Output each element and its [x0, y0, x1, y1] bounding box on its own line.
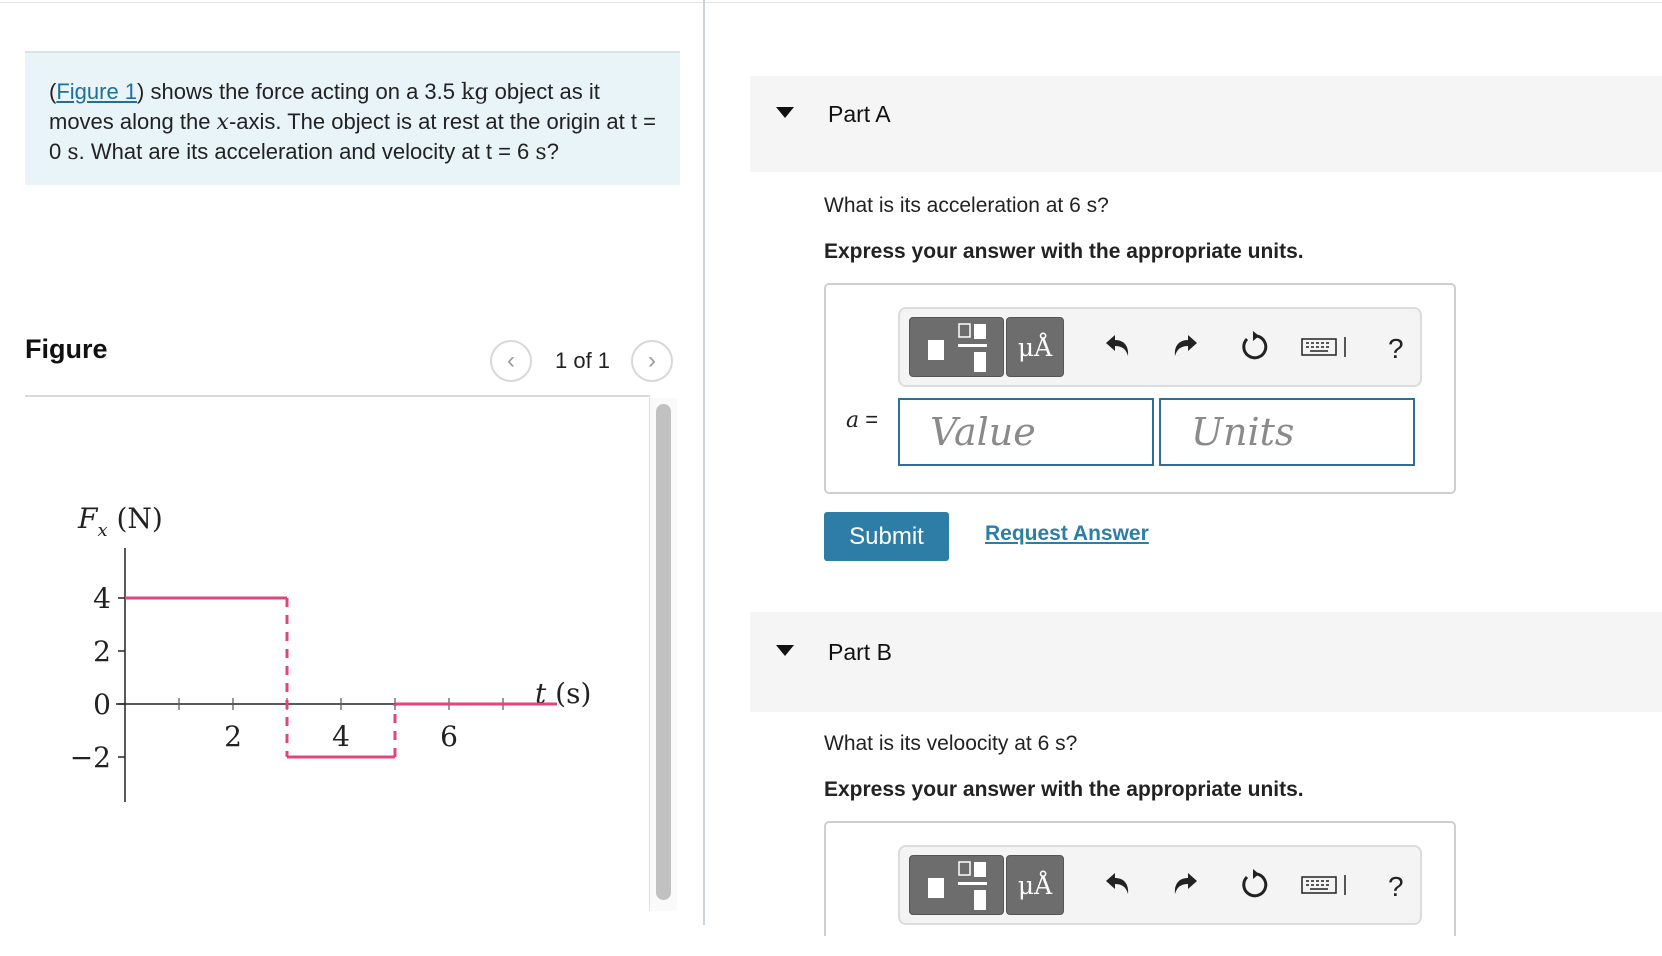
- x-tick-label: 4: [332, 720, 350, 753]
- y-axis-label: Fx (N): [77, 502, 163, 541]
- t0-unit: s: [67, 140, 79, 165]
- redo-icon[interactable]: [1169, 867, 1203, 901]
- symbols-button[interactable]: μÅ: [1006, 317, 1064, 377]
- figure-link[interactable]: Figure 1: [56, 79, 137, 104]
- symbols-button[interactable]: μÅ: [1006, 855, 1064, 915]
- help-button[interactable]: ?: [1388, 871, 1404, 903]
- axis-symbol: x: [216, 110, 229, 135]
- reset-icon[interactable]: [1238, 329, 1272, 363]
- y-tick-label: −2: [70, 741, 111, 774]
- problem-text-4: . What are its acceleration and velocity…: [78, 139, 536, 164]
- figure-rule: [25, 395, 650, 397]
- part-a-instruction: Express your answer with the appropriate…: [824, 240, 1304, 263]
- undo-icon[interactable]: [1100, 329, 1134, 363]
- x-tick-label: 6: [440, 720, 458, 753]
- part-a-question: What is its acceleration at 6 s?: [824, 194, 1109, 217]
- math-toolbar: μÅ ?: [898, 845, 1422, 925]
- figure-title: Figure: [25, 334, 108, 364]
- y-tick-label: 4: [93, 582, 111, 615]
- part-a-title: Part A: [828, 101, 891, 127]
- keyboard-icon[interactable]: [1300, 329, 1348, 363]
- submit-button[interactable]: Submit: [824, 512, 949, 561]
- part-b-title: Part B: [828, 639, 892, 665]
- math-toolbar: μÅ ?: [898, 307, 1422, 387]
- part-b-answer-box: μÅ ?: [824, 821, 1456, 936]
- problem-text-5: ?: [546, 139, 559, 164]
- mass-unit: kg: [461, 80, 489, 105]
- t6-unit: s: [535, 140, 547, 165]
- x-tick-label: 2: [224, 720, 242, 753]
- part-b-header[interactable]: Part B: [750, 612, 1662, 712]
- part-a-header[interactable]: Part A: [750, 76, 1662, 172]
- problem-text-1: ) shows the force acting on a 3.5: [137, 79, 462, 104]
- help-button[interactable]: ?: [1388, 333, 1404, 365]
- chevron-right-icon: ›: [648, 347, 656, 374]
- units-input[interactable]: Units: [1159, 398, 1415, 466]
- previous-figure-button[interactable]: ‹: [490, 340, 532, 382]
- figure-scrollbar-thumb[interactable]: [656, 404, 671, 900]
- templates-button[interactable]: [909, 317, 1004, 377]
- fraction-template-icon: [928, 861, 987, 910]
- problem-statement: (Figure 1) shows the force acting on a 3…: [25, 51, 680, 185]
- redo-icon[interactable]: [1169, 329, 1203, 363]
- figure-pager: 1 of 1: [555, 348, 611, 373]
- caret-down-icon: [776, 645, 794, 656]
- answer-variable-label: a =: [846, 407, 878, 433]
- reset-icon[interactable]: [1238, 867, 1272, 901]
- undo-icon[interactable]: [1100, 867, 1134, 901]
- part-a-answer-box: μÅ ? a = Value Units: [824, 283, 1456, 494]
- pane-divider[interactable]: [703, 0, 705, 925]
- force-time-chart: Fx (N) t (s) 420−2 246: [70, 502, 591, 802]
- keyboard-icon[interactable]: [1300, 867, 1348, 901]
- answer-equals: =: [859, 407, 879, 432]
- chevron-left-icon: ‹: [507, 347, 515, 374]
- next-figure-button[interactable]: ›: [631, 340, 673, 382]
- top-rule: [0, 2, 1662, 3]
- value-input[interactable]: Value: [898, 398, 1154, 466]
- part-b-question: What is its veloocity at 6 s?: [824, 732, 1078, 755]
- part-b-instruction: Express your answer with the appropriate…: [824, 778, 1304, 801]
- fraction-template-icon: [928, 323, 987, 372]
- templates-button[interactable]: [909, 855, 1004, 915]
- answer-variable: a: [846, 408, 860, 433]
- request-answer-link[interactable]: Request Answer: [985, 522, 1149, 546]
- y-tick-label: 0: [93, 688, 111, 721]
- y-tick-label: 2: [93, 635, 111, 668]
- caret-down-icon: [776, 107, 794, 118]
